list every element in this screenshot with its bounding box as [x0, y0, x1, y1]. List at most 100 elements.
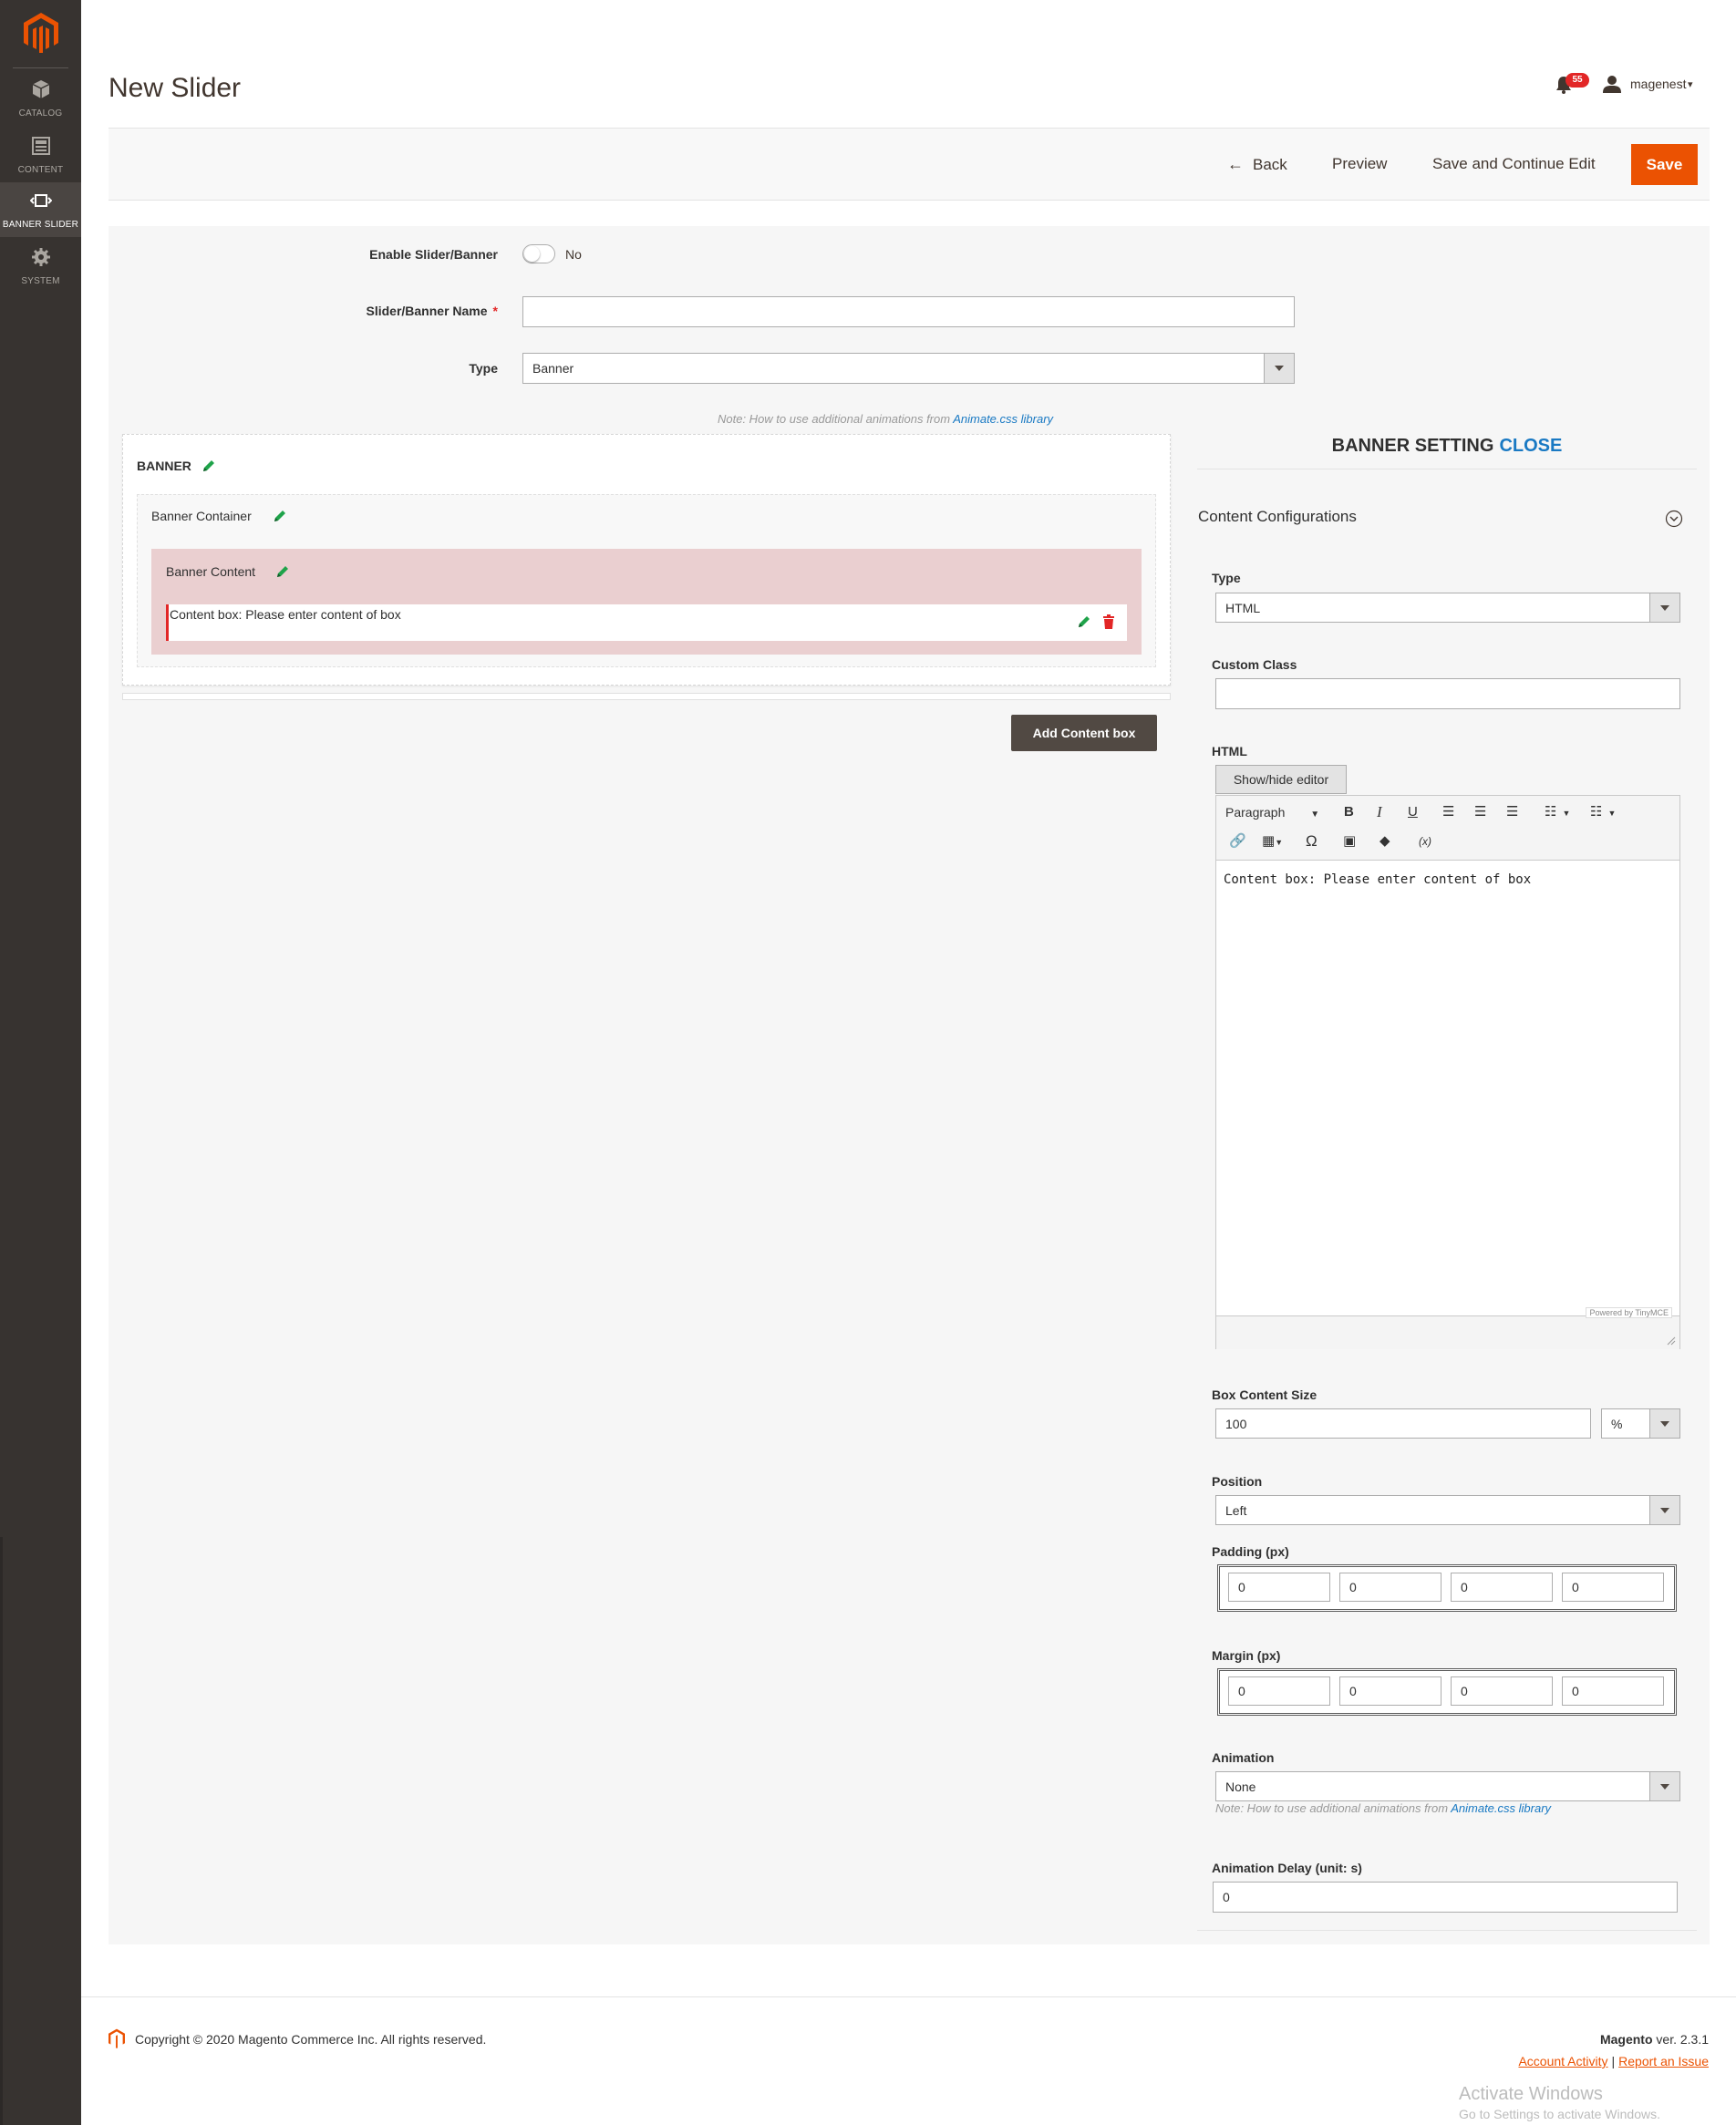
content-configurations-title[interactable]: Content Configurations: [1198, 508, 1357, 526]
resize-handle-icon[interactable]: [1667, 1336, 1676, 1346]
sidebar-item-banner-slider[interactable]: BANNER SLIDER: [0, 182, 81, 237]
magento-logo-icon[interactable]: [24, 13, 58, 53]
edit-container-pencil-icon[interactable]: [272, 508, 288, 524]
padding-label: Padding (px): [1212, 1544, 1289, 1559]
format-select[interactable]: Paragraph ▼: [1225, 803, 1319, 824]
align-left-icon[interactable]: ☰: [1442, 803, 1454, 821]
slider-icon: [29, 194, 52, 207]
caret-down-icon: ▼: [1310, 810, 1320, 820]
settings-bottom-divider: [1197, 1930, 1697, 1931]
name-label: Slider/Banner Name *: [346, 304, 498, 318]
powered-by-tinymce: Powered by TinyMCE: [1586, 1307, 1672, 1318]
margin-left-input[interactable]: 0: [1562, 1676, 1664, 1706]
admin-sidebar: CATALOG CONTENT BANNER SLIDER SYSTEM: [0, 0, 81, 2125]
link-icon[interactable]: 🔗: [1229, 832, 1246, 851]
editor-content[interactable]: Content box: Please enter content of box: [1224, 872, 1531, 887]
edit-content-pencil-icon[interactable]: [274, 563, 291, 580]
italic-icon[interactable]: I: [1377, 803, 1382, 821]
enable-toggle[interactable]: [522, 244, 555, 263]
page-actions-bar: ← Back Preview Save and Continue Edit Sav…: [108, 128, 1710, 201]
padding-right-input[interactable]: 0: [1339, 1573, 1442, 1602]
padding-bottom-input[interactable]: 0: [1451, 1573, 1553, 1602]
edit-banner-pencil-icon[interactable]: [201, 458, 217, 474]
html-wysiwyg-editor[interactable]: Paragraph ▼ B I U ☰ ☰ ☰ ☷ ▼ ☷ ▼ 🔗 ▦▼ Ω ▣ ◆…: [1215, 795, 1680, 1349]
editor-statusbar: Powered by TinyMCE: [1216, 1307, 1679, 1349]
align-right-icon[interactable]: ☰: [1506, 803, 1518, 821]
user-name[interactable]: magenest: [1630, 77, 1686, 91]
custom-class-input[interactable]: [1215, 678, 1680, 709]
preview-button[interactable]: Preview: [1332, 149, 1387, 180]
animation-delay-input[interactable]: 0: [1213, 1882, 1678, 1913]
sidebar-item-label: CONTENT: [17, 165, 64, 175]
box-size-input[interactable]: 100: [1215, 1408, 1591, 1439]
chevron-down-icon: [1649, 1496, 1679, 1524]
sidebar-item-content[interactable]: CONTENT: [0, 128, 81, 182]
back-button[interactable]: ← Back: [1227, 149, 1287, 180]
collapse-chevron-icon[interactable]: [1665, 510, 1683, 528]
padding-top-input[interactable]: 0: [1228, 1573, 1330, 1602]
version-text: ver. 2.3.1: [1652, 2032, 1709, 2047]
settings-type-label: Type: [1212, 571, 1241, 585]
delete-trash-icon[interactable]: [1102, 614, 1115, 629]
edit-content-box-pencil-icon[interactable]: [1076, 614, 1092, 630]
name-label-text: Slider/Banner Name: [366, 304, 488, 318]
animate-css-link[interactable]: Animate.css library: [953, 412, 1053, 426]
html-label: HTML: [1212, 744, 1247, 758]
add-content-box-button[interactable]: Add Content box: [1011, 715, 1157, 751]
type-label: Type: [469, 361, 498, 376]
chevron-down-icon: [1649, 1409, 1679, 1438]
animation-value: None: [1225, 1779, 1256, 1794]
position-select[interactable]: Left: [1215, 1495, 1680, 1525]
sidebar-item-system[interactable]: SYSTEM: [0, 239, 81, 294]
content-type-value: HTML: [1225, 600, 1261, 615]
image-icon[interactable]: ▣: [1343, 832, 1356, 851]
underline-icon[interactable]: U: [1408, 803, 1418, 821]
chevron-down-icon: [1264, 354, 1294, 383]
footer-divider: [81, 1996, 1736, 1997]
animation-select[interactable]: None: [1215, 1771, 1680, 1801]
show-hide-editor-button[interactable]: Show/hide editor: [1215, 765, 1347, 794]
user-menu-caret-icon[interactable]: ▾: [1688, 78, 1693, 90]
type-select[interactable]: Banner: [522, 353, 1295, 384]
slider-name-input[interactable]: [522, 296, 1295, 327]
magento-version: Magento ver. 2.3.1: [1600, 2032, 1709, 2047]
save-and-continue-button[interactable]: Save and Continue Edit: [1432, 149, 1596, 180]
banner-setting-title: BANNER SETTING: [1331, 436, 1494, 456]
numbered-list-icon[interactable]: ☷ ▼: [1590, 803, 1616, 822]
format-select-value: Paragraph: [1225, 805, 1286, 820]
margin-right-input[interactable]: 0: [1339, 1676, 1442, 1706]
special-char-icon[interactable]: Ω: [1306, 832, 1318, 851]
user-avatar-icon[interactable]: [1603, 75, 1621, 93]
animate-css-link[interactable]: Animate.css library: [1451, 1801, 1551, 1815]
position-value: Left: [1225, 1502, 1247, 1518]
note-text: Note: How to use additional animations f…: [718, 412, 954, 426]
sidebar-item-label: CATALOG: [18, 108, 63, 119]
content-type-select[interactable]: HTML: [1215, 593, 1680, 623]
table-icon[interactable]: ▦▼: [1262, 832, 1283, 851]
report-issue-link[interactable]: Report an Issue: [1618, 2054, 1709, 2068]
margin-top-input[interactable]: 0: [1228, 1676, 1330, 1706]
sidebar-item-catalog[interactable]: CATALOG: [0, 71, 81, 126]
animation-settings-note: Note: How to use additional animations f…: [1215, 1801, 1551, 1815]
bold-icon[interactable]: B: [1344, 803, 1354, 821]
box-size-unit-select[interactable]: %: [1601, 1408, 1680, 1439]
account-activity-link[interactable]: Account Activity: [1518, 2054, 1607, 2068]
banner-setting-header: BANNER SETTING CLOSE: [1197, 436, 1697, 469]
margin-bottom-input[interactable]: 0: [1451, 1676, 1553, 1706]
variable-icon[interactable]: (x): [1419, 832, 1431, 851]
animation-note-text: Note: How to use additional animations f…: [1215, 1801, 1452, 1815]
cube-icon: [32, 80, 49, 98]
align-center-icon[interactable]: ☰: [1474, 803, 1486, 821]
padding-left-input[interactable]: 0: [1562, 1573, 1664, 1602]
logo-separator: [13, 67, 68, 68]
back-button-label: Back: [1253, 156, 1287, 173]
animation-label: Animation: [1212, 1750, 1275, 1765]
save-button[interactable]: Save: [1631, 144, 1698, 185]
builder-bottom-edge: [122, 693, 1171, 700]
custom-class-label: Custom Class: [1212, 657, 1297, 672]
notification-count-badge[interactable]: 55: [1566, 73, 1589, 88]
widget-icon[interactable]: ◆: [1380, 832, 1390, 851]
bullet-list-icon[interactable]: ☷ ▼: [1545, 803, 1570, 822]
content-box-text: Content box: Please enter content of box: [170, 607, 401, 622]
close-settings-link[interactable]: CLOSE: [1499, 436, 1562, 456]
